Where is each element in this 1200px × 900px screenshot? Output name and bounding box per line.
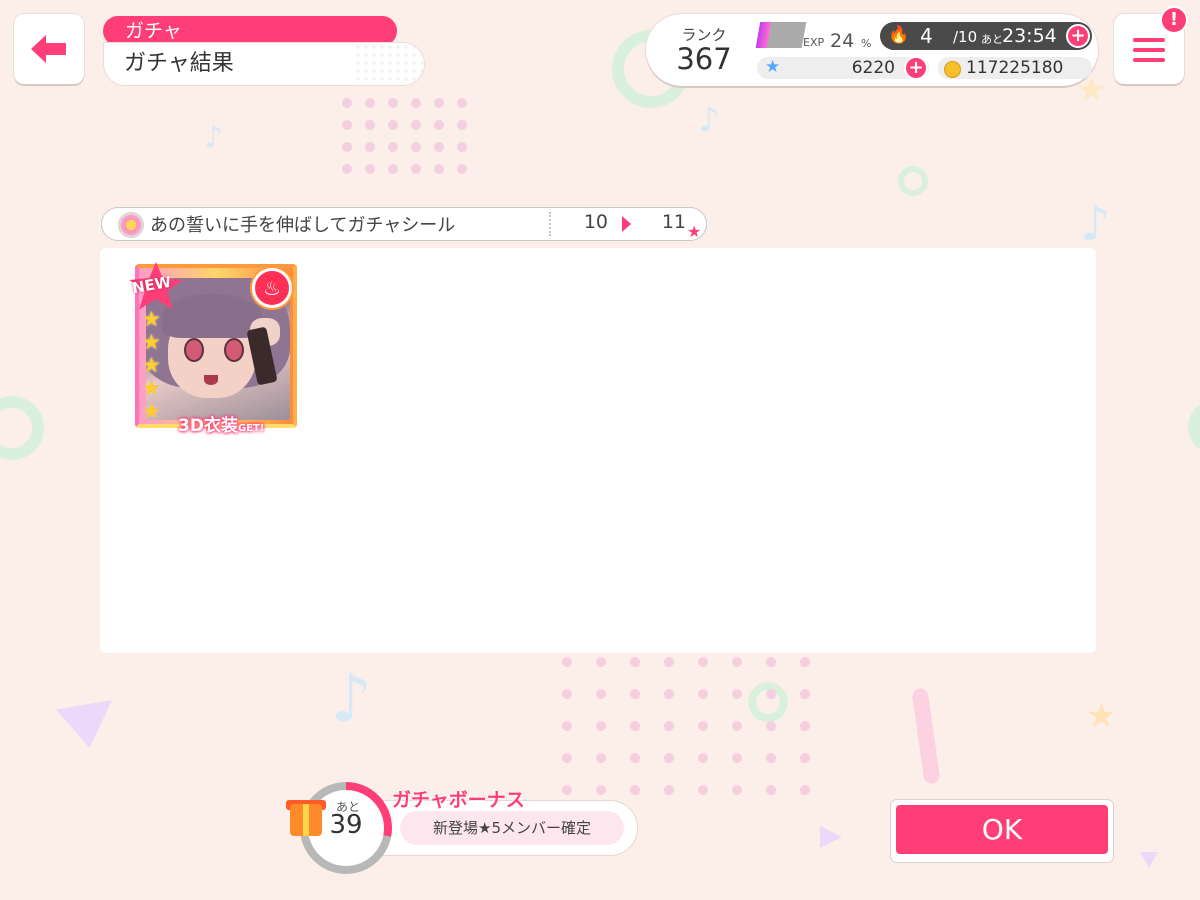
costume-get-badge: 3D衣装GET! [174,411,268,436]
bonus-description: 新登場★5メンバー確定 [400,811,624,845]
rarity-star-icon: ★ [142,399,161,423]
star-icon: ★ [765,57,781,77]
coin-balance: 117225180 [966,58,1064,78]
exp-unit: % [861,37,872,50]
star-badge-icon: ★ [687,222,702,241]
arrow-left-icon [31,35,66,63]
live-boost-count: 4 [920,24,933,48]
gacha-seal-icon [118,212,144,238]
exp-value: 24 [830,30,855,52]
rarity-star-icon: ★ [142,353,161,377]
music-note-icon: ♪ [330,660,373,737]
ok-button-label: OK [896,805,1108,854]
live-timer: 23:54 [1002,25,1057,47]
rank-value: 367 [676,42,732,76]
triangle-decor [1140,852,1158,868]
star-decor-icon: ★ [1086,696,1117,736]
live-boost-max: /10 [953,28,978,46]
gift-box-icon [290,804,322,836]
decor-ring [898,166,928,196]
fire-attribute-icon: ♨ [252,268,292,308]
back-button[interactable] [14,14,84,84]
character-eye [184,338,204,362]
page-title-box: ガチャ結果 [103,42,425,86]
exp-label: EXP [803,36,825,49]
item-count-before: 10 [583,211,608,233]
decor-ring [0,396,44,460]
rarity-star-icon: ★ [142,376,161,400]
exclamation-icon: ! [1160,6,1188,34]
decor-ring [1188,400,1200,454]
ok-button[interactable]: OK [891,800,1113,862]
costume-suffix: GET! [237,423,265,434]
live-timer-prefix: あと [981,33,1003,46]
character-mouth [204,375,218,385]
flame-icon: 🔥 [888,25,910,45]
exp-progress-bar [755,22,807,48]
item-name: あの誓いに手を伸ばしてガチャシール [150,215,456,236]
music-note-icon: ♪ [698,100,720,140]
coin-icon [944,61,961,78]
dot-pattern [342,98,467,174]
add-live-boost-button[interactable]: + [1066,24,1090,48]
rarity-stars: ★ ★ ★ ★ ★ [142,308,164,423]
bonus-remaining-count: 39 [329,810,363,840]
squiggle-decor [911,687,941,785]
add-gems-button[interactable]: + [904,56,928,80]
dot-pattern [562,657,810,795]
music-note-icon: ♪ [1080,196,1111,252]
triangle-decor [820,826,842,848]
hamburger-menu-icon [1133,58,1165,62]
hamburger-menu-icon [1133,38,1165,42]
rarity-star-icon: ★ [142,307,161,331]
item-divider [549,212,551,236]
character-eye [224,338,244,362]
music-note-icon: ♪ [204,120,224,155]
hamburger-menu-icon [1133,48,1165,52]
arrow-right-icon [622,216,631,232]
title-hatch-decor [354,43,424,85]
item-count-after: 11 [661,211,686,233]
rarity-star-icon: ★ [142,330,161,354]
gem-balance: 6220 [851,58,895,78]
page-title: ガチャ結果 [124,51,234,76]
triangle-decor [56,700,112,748]
bonus-title: ガチャボーナス [392,789,525,811]
costume-label: 3D衣装 [178,416,238,436]
